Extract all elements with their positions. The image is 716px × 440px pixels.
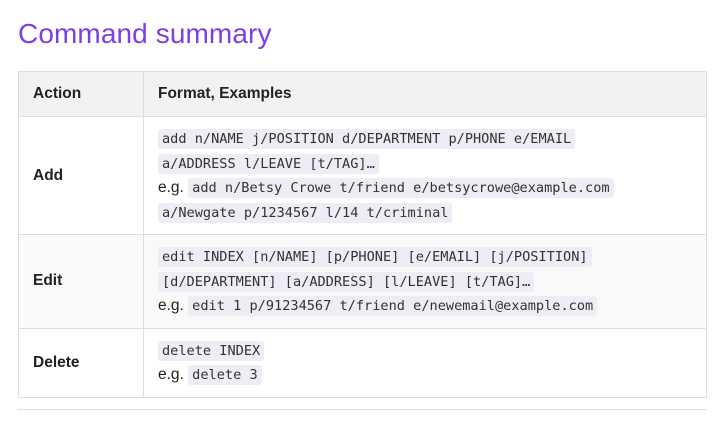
format-code: delete INDEX [158,340,265,361]
action-cell: Add [18,116,144,235]
format-code: add n/NAME j/POSITION d/DEPARTMENT p/PHO… [158,129,576,149]
example-code: delete 3 [188,365,262,385]
format-cell: delete INDEX e.g. delete 3 [143,327,707,398]
page-title: Command summary [18,18,272,49]
example-prefix: e.g. [158,179,184,196]
action-cell: Delete [18,327,144,398]
example-prefix: e.g. [158,366,184,383]
command-summary-table: Action Format, Examples Add add n/NAME j… [18,71,707,398]
format-cell: add n/NAME j/POSITION d/DEPARTMENT p/PHO… [143,116,707,235]
header-format-examples: Format, Examples [143,71,707,117]
bottom-divider [18,409,707,410]
table-row-delete: Delete delete INDEX e.g. delete 3 [18,327,707,398]
format-code: a/ADDRESS l/LEAVE [t/TAG]… [158,153,379,174]
table-row-edit: Edit edit INDEX [n/NAME] [p/PHONE] [e/EM… [18,234,707,329]
format-code: [d/DEPARTMENT] [a/ADDRESS] [l/LEAVE] [t/… [158,271,535,292]
header-action: Action [18,71,144,117]
format-cell: edit INDEX [n/NAME] [p/PHONE] [e/EMAIL] … [143,234,707,329]
table-row-add: Add add n/NAME j/POSITION d/DEPARTMENT p… [18,116,707,235]
table-header-row: Action Format, Examples [18,71,707,117]
example-prefix: e.g. [158,297,184,314]
example-code: add n/Betsy Crowe t/friend e/betsycrowe@… [188,178,614,198]
example-code: edit 1 p/91234567 t/friend e/newemail@ex… [188,296,598,316]
format-code: edit INDEX [n/NAME] [p/PHONE] [e/EMAIL] … [158,247,592,267]
example-code: a/Newgate p/1234567 l/14 t/criminal [158,202,453,223]
action-cell: Edit [18,234,144,329]
